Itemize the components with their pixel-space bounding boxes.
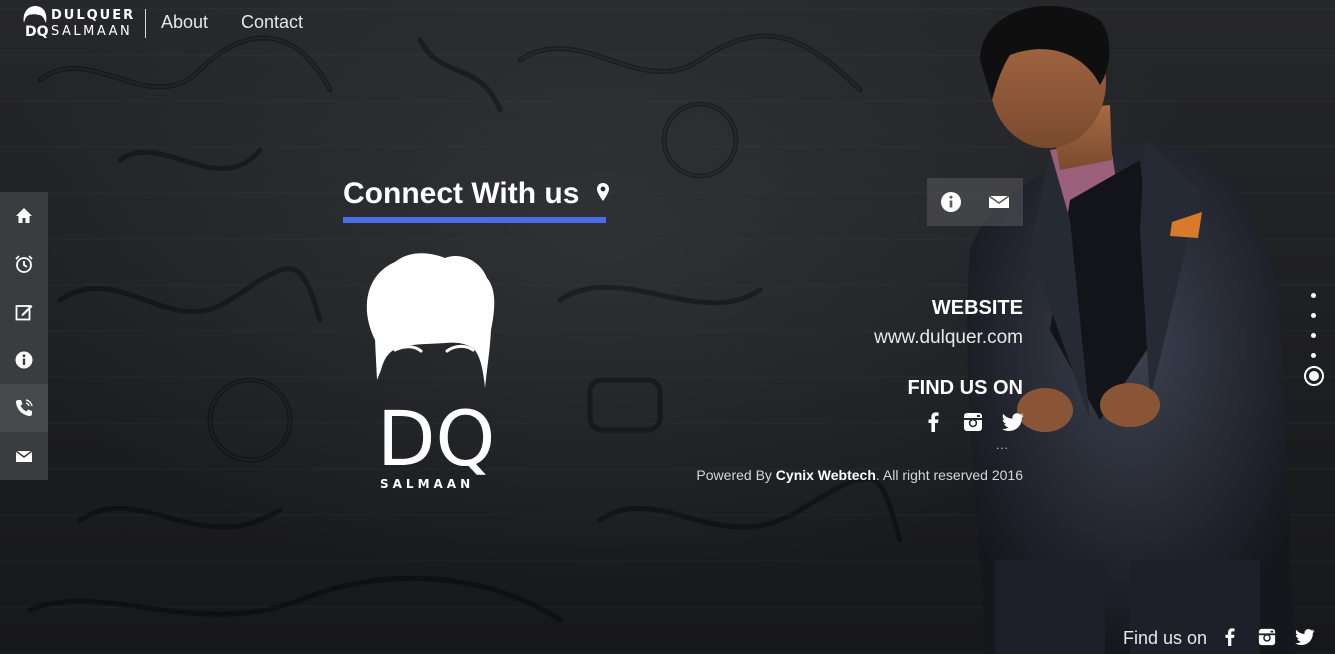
alarm-clock-icon	[15, 255, 33, 273]
instagram-icon	[964, 413, 982, 431]
twitter-icon	[1002, 413, 1024, 431]
connect-heading-text: Connect With us	[343, 177, 580, 210]
mail-icon	[988, 195, 1010, 208]
connect-heading: Connect With us	[343, 176, 610, 211]
brand-dq: DQ	[25, 24, 49, 40]
instagram-icon	[1258, 628, 1276, 646]
sidebar-item-alarm[interactable]	[0, 240, 48, 288]
footer-twitter-link[interactable]	[1293, 626, 1317, 648]
tab-info[interactable]	[927, 178, 975, 226]
instagram-link[interactable]	[960, 409, 986, 435]
logo-subtitle: SALMAAN	[380, 477, 474, 491]
social-links	[920, 409, 1026, 435]
home-icon	[16, 208, 32, 223]
footer-facebook-link[interactable]	[1217, 626, 1241, 648]
nav-contact-link[interactable]: Contact	[241, 12, 303, 33]
tab-mail[interactable]	[975, 178, 1023, 226]
sidebar-item-phone[interactable]	[0, 384, 48, 432]
pager-dot-active[interactable]	[1304, 366, 1324, 386]
heading-underline	[343, 217, 606, 223]
nav-divider	[145, 9, 146, 38]
sidebar-item-info[interactable]	[0, 336, 48, 384]
edit-icon	[15, 305, 33, 321]
brand-name-first: DULQUER	[51, 8, 136, 23]
website-label: WEBSITE	[931, 297, 1023, 319]
find-us-label: FIND US ON	[907, 377, 1023, 399]
more-dots: ...	[996, 438, 1010, 452]
website-url-link[interactable]: www.dulquer.com	[874, 327, 1023, 349]
facebook-icon	[1224, 628, 1235, 646]
facebook-icon	[928, 412, 939, 432]
twitter-icon	[1295, 629, 1315, 645]
pager-dot-3[interactable]	[1311, 333, 1316, 338]
pager-dot-1[interactable]	[1311, 293, 1316, 298]
logo-dq-letters: DQ	[377, 394, 495, 483]
mail-icon	[15, 450, 33, 462]
footer-instagram-link[interactable]	[1255, 626, 1279, 648]
facebook-link[interactable]	[920, 409, 946, 435]
sidebar-item-mail[interactable]	[0, 432, 48, 480]
footer-find-us-label: Find us on	[1123, 628, 1208, 648]
footer-social-links	[1217, 626, 1317, 648]
powered-suffix: . All right reserved 2016	[875, 467, 1023, 483]
powered-by-text: Powered By Cynix Webtech. All right rese…	[696, 467, 1023, 483]
powered-company[interactable]: Cynix Webtech	[776, 467, 876, 483]
nav-about-link[interactable]: About	[161, 12, 208, 33]
phone-icon	[16, 399, 33, 416]
sidebar-item-edit[interactable]	[0, 288, 48, 336]
sidebar-item-home[interactable]	[0, 192, 48, 240]
pager-dot-4[interactable]	[1311, 353, 1316, 358]
location-pin-icon	[596, 176, 610, 210]
info-icon	[941, 192, 961, 212]
info-tab-box	[927, 178, 1023, 226]
twitter-link[interactable]	[1000, 409, 1026, 435]
info-icon	[15, 351, 33, 369]
brand-logo[interactable]: DQ DULQUER SALMAAN	[22, 5, 136, 41]
pager-dot-2[interactable]	[1311, 313, 1316, 318]
left-sidebar	[0, 192, 48, 480]
brand-name-last: SALMAAN	[51, 24, 133, 39]
powered-prefix: Powered By	[696, 467, 772, 483]
dq-salmaan-logo: DQ SALMAAN	[355, 250, 505, 500]
